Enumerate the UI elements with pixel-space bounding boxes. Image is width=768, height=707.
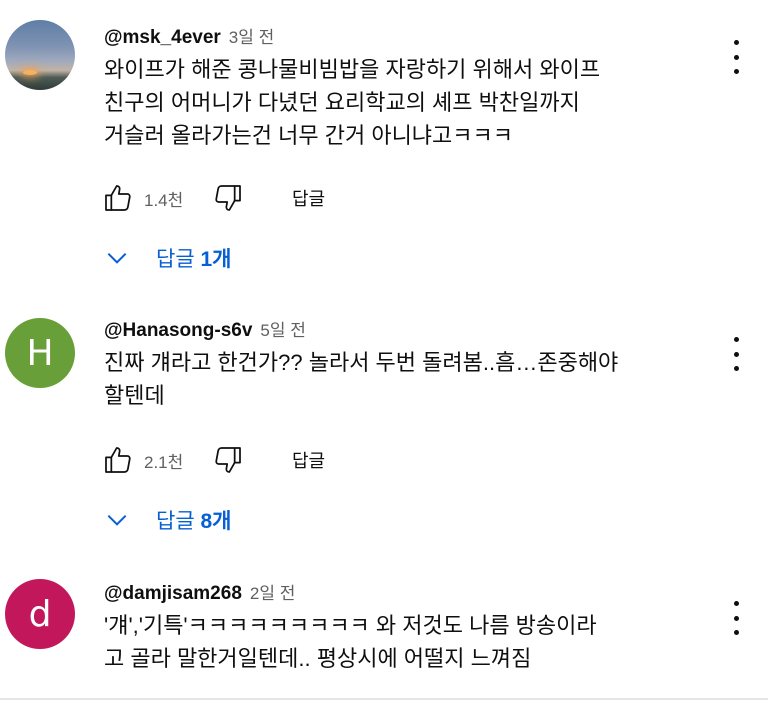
avatar-letter: H <box>26 332 54 374</box>
thumb-down-icon[interactable] <box>210 442 246 478</box>
avatar[interactable] <box>5 20 75 90</box>
comment-time[interactable]: 3일 전 <box>229 23 274 48</box>
chevron-down-icon <box>107 252 127 264</box>
comment-header: @msk_4ever 3일 전 <box>104 23 274 53</box>
thumb-up-icon[interactable] <box>100 442 136 478</box>
comment-time[interactable]: 2일 전 <box>250 579 295 604</box>
replies-toggle-button[interactable]: 답글 1개 <box>104 238 231 278</box>
replies-count: 1개 <box>200 248 232 271</box>
avatar-letter: d <box>28 593 52 635</box>
like-count: 2.1천 <box>144 452 184 472</box>
comment-text-line: 거슬러 올라가는건 너무 간거 아니냐고ㅋㅋㅋ <box>104 123 514 148</box>
comment-text-line: 진짜 걔라고 한건가?? 놀라서 두번 돌려봄..흠…존중해야 <box>104 350 619 375</box>
comment-time[interactable]: 5일 전 <box>260 316 305 341</box>
divider <box>0 698 768 700</box>
comment-text: 와이프가 해준 콩나물비빔밥을 자랑하기 위해서 와이프 친구의 어머니가 다녔… <box>104 53 714 152</box>
comment-actions: 2.1천 답글 <box>100 440 325 480</box>
replies-toggle-label: 답글 1개 <box>156 248 232 271</box>
comment-text-line: '걔','기특'ㅋㅋㅋㅋㅋㅋㅋㅋㅋ 와 저것도 나름 방송이라 <box>104 613 597 638</box>
comment-header: @Hanasong-s6v 5일 전 <box>104 316 306 346</box>
comment-actions: 1.4천 답글 <box>100 178 325 218</box>
more-vert-icon[interactable] <box>724 40 748 74</box>
replies-toggle-button[interactable]: 답글 8개 <box>104 500 231 540</box>
comment-author[interactable]: @Hanasong-s6v <box>104 320 252 342</box>
chevron-down-icon <box>107 514 127 526</box>
more-vert-icon[interactable] <box>724 601 748 635</box>
comment-text: '걔','기특'ㅋㅋㅋㅋㅋㅋㅋㅋㅋ 와 저것도 나름 방송이라 고 골라 말한거… <box>104 609 714 675</box>
comment-text-line: 친구의 어머니가 다녔던 요리학교의 셰프 박찬일까지 <box>104 90 580 115</box>
replies-toggle-label: 답글 8개 <box>156 510 232 533</box>
like-count: 1.4천 <box>144 190 184 210</box>
thumb-down-icon[interactable] <box>210 180 246 216</box>
reply-button[interactable]: 답글 <box>292 185 325 211</box>
avatar[interactable]: d <box>5 579 75 649</box>
reply-button[interactable]: 답글 <box>292 447 325 473</box>
thumb-up-icon[interactable] <box>100 180 136 216</box>
replies-count: 8개 <box>200 510 232 533</box>
comment-author[interactable]: @msk_4ever <box>104 27 221 49</box>
avatar[interactable]: H <box>5 318 75 388</box>
avatar-sunset-image <box>23 70 37 75</box>
comment-text-line: 할텐데 <box>104 383 165 408</box>
comment-text-line: 고 골라 말한거일텐데.. 평상시에 어떨지 느껴짐 <box>104 646 532 671</box>
comment-header: @damjisam268 2일 전 <box>104 579 295 609</box>
comment-text-line: 와이프가 해준 콩나물비빔밥을 자랑하기 위해서 와이프 <box>104 57 601 82</box>
comment-author[interactable]: @damjisam268 <box>104 583 242 605</box>
more-vert-icon[interactable] <box>724 337 748 371</box>
comment-text: 진짜 걔라고 한건가?? 놀라서 두번 돌려봄..흠…존중해야 할텐데 <box>104 346 714 412</box>
